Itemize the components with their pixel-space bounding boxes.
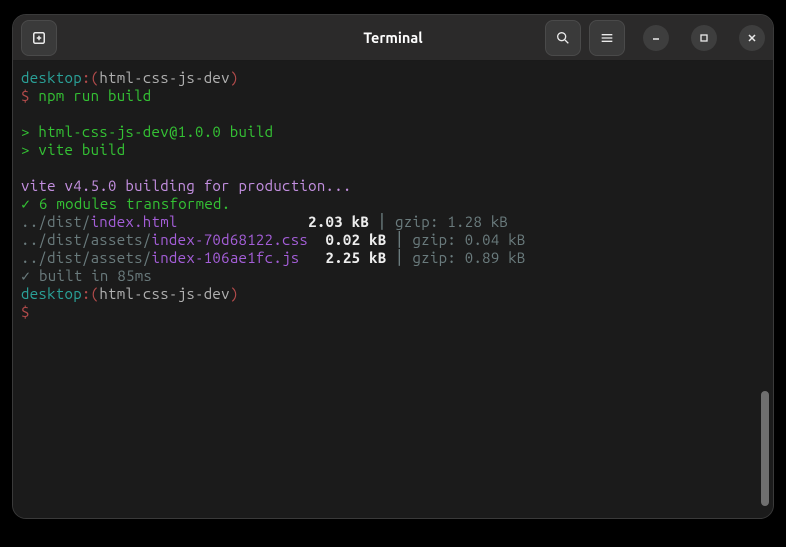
prompt-symbol: $ [21, 303, 30, 320]
build-output-row: ../dist/assets/index-106ae1fc.js 2.25 kB… [21, 249, 773, 267]
build-output-row: ../dist/index.html 2.03 kB │ gzip: 1.28 … [21, 213, 773, 231]
maximize-button[interactable] [691, 25, 717, 51]
vite-version: v4.5.0 [65, 177, 117, 194]
prompt-sep: : [82, 69, 91, 86]
terminal-output[interactable]: desktop:(html-css-js-dev) $ npm run buil… [13, 61, 773, 518]
scrollbar-thumb[interactable] [761, 391, 769, 506]
menu-button[interactable] [589, 20, 625, 56]
search-button[interactable] [545, 20, 581, 56]
minimize-button[interactable] [643, 25, 669, 51]
git-branch: html-css-js-dev [99, 69, 230, 86]
build-time: built in 85ms [39, 267, 152, 284]
npm-script-cmd: vite build [38, 141, 125, 158]
prompt-host: desktop [21, 69, 82, 86]
titlebar: Terminal [13, 15, 773, 61]
prompt-symbol: $ [21, 87, 30, 104]
command: npm run build [38, 87, 151, 104]
new-tab-button[interactable] [21, 20, 57, 56]
npm-script-line: html-css-js-dev@1.0.0 build [38, 123, 273, 140]
terminal-window: Terminal [12, 14, 774, 519]
modules-transformed: 6 modules transformed. [39, 195, 230, 212]
close-button[interactable] [739, 25, 765, 51]
build-output-row: ../dist/assets/index-70d68122.css 0.02 k… [21, 231, 773, 249]
window-title: Terminal [363, 29, 422, 47]
